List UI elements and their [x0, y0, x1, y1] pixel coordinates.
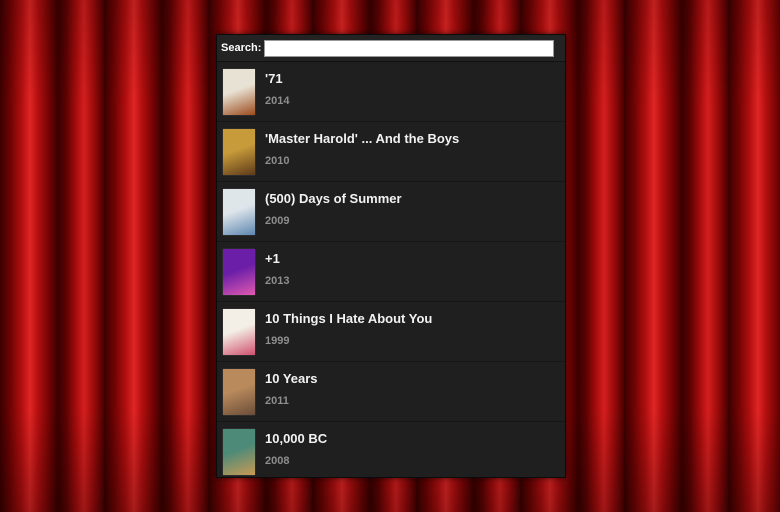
movie-title: +1	[265, 251, 280, 266]
list-item[interactable]: 10 Things I Hate About You 1999	[217, 302, 565, 362]
movie-title: '71	[265, 71, 283, 86]
list-item[interactable]: '71 2014	[217, 62, 565, 122]
movie-year: 2010	[265, 155, 290, 167]
list-item[interactable]: (500) Days of Summer 2009	[217, 182, 565, 242]
movie-poster	[223, 368, 255, 415]
list-item[interactable]: 10,000 BC 2008	[217, 422, 565, 477]
movie-year: 2014	[265, 95, 290, 107]
movie-poster	[223, 428, 255, 475]
movie-title: 10 Things I Hate About You	[265, 311, 433, 326]
movie-list: '71 2014 'Master Harold' ... And the Boy…	[217, 62, 565, 477]
list-item[interactable]: 'Master Harold' ... And the Boys 2010	[217, 122, 565, 182]
list-item[interactable]: 10 Years 2011	[217, 362, 565, 422]
movie-poster	[223, 308, 255, 355]
search-label: Search:	[221, 42, 262, 54]
search-bar: Search:	[217, 35, 565, 62]
movie-poster	[223, 188, 255, 235]
movie-browser-panel: Search: '71 2014 'Master Harold' ... And…	[216, 34, 566, 478]
movie-year: 2013	[265, 275, 290, 287]
movie-poster	[223, 68, 255, 115]
list-item[interactable]: +1 2013	[217, 242, 565, 302]
movie-poster	[223, 248, 255, 295]
movie-year: 2011	[265, 395, 289, 407]
movie-title: 'Master Harold' ... And the Boys	[265, 131, 460, 146]
movie-title: 10,000 BC	[265, 431, 328, 446]
movie-title: (500) Days of Summer	[265, 191, 402, 206]
movie-year: 1999	[265, 335, 290, 347]
movie-poster	[223, 128, 255, 175]
movie-year: 2008	[265, 455, 290, 467]
movie-year: 2009	[265, 215, 290, 227]
movie-title: 10 Years	[265, 371, 318, 386]
search-input[interactable]	[264, 39, 555, 57]
